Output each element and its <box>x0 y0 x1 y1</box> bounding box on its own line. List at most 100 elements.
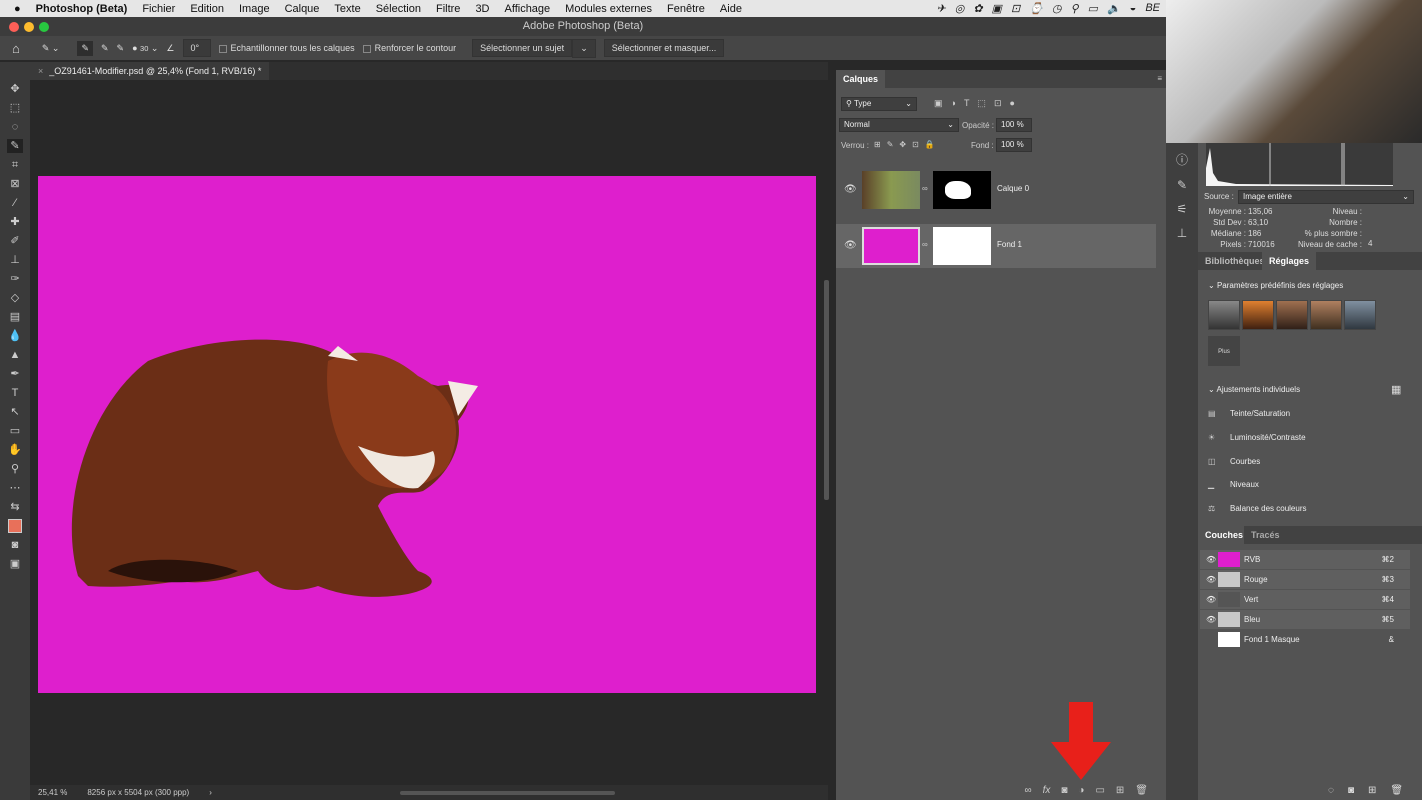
sys-icon[interactable]: ⚲ <box>1070 2 1078 15</box>
tab-traces[interactable]: Tracés <box>1244 526 1287 544</box>
channel-row[interactable]: 👁 Vert ⌘4 <box>1200 590 1410 609</box>
properties-icon[interactable]: ⚟ <box>1177 202 1188 216</box>
blend-mode-select[interactable]: Normal ⌄ <box>839 118 959 132</box>
adj-color-balance[interactable]: ⚖ Balance des couleurs <box>1208 504 1307 513</box>
apple-menu[interactable]: ● <box>14 3 21 15</box>
new-layer-icon[interactable]: ⊞ <box>1116 782 1124 800</box>
channel-row[interactable]: 👁 RVB ⌘2 <box>1200 550 1410 569</box>
preset-thumbnail[interactable] <box>1344 300 1376 330</box>
sys-icon[interactable]: ◎ <box>955 2 965 15</box>
eraser-tool-icon[interactable]: ◇ <box>11 291 19 305</box>
more-tools-icon[interactable]: ⋯ <box>10 481 21 495</box>
individual-title[interactable]: ⌄ Ajustements individuels <box>1208 385 1300 394</box>
adjustment-layer-icon[interactable]: ◑ <box>1078 782 1084 800</box>
quick-select-subtract-icon[interactable]: ✎ <box>117 43 125 54</box>
volume-icon[interactable]: 🔈 <box>1107 2 1121 15</box>
tab-couches[interactable]: Couches <box>1198 526 1251 544</box>
visibility-eye-icon[interactable]: 👁 <box>1206 550 1216 569</box>
layer-mask-thumbnail[interactable] <box>933 171 991 209</box>
source-select[interactable]: Image entière ⌄ <box>1238 190 1414 204</box>
sys-icon[interactable]: ✈ <box>937 2 946 15</box>
clock-icon[interactable]: ⌚ <box>1029 2 1043 15</box>
crop-tool-icon[interactable]: ⌗ <box>12 158 18 172</box>
path-select-icon[interactable]: ↖ <box>10 405 19 419</box>
select-subject-button[interactable]: Sélectionner un sujet <box>472 39 573 57</box>
minimize-window-button[interactable] <box>24 22 34 32</box>
zoom-tool-icon[interactable]: ⚲ <box>11 462 19 476</box>
channels-footer-icons[interactable]: ◌◙⊞🗑 <box>1328 785 1417 796</box>
channel-row[interactable]: 👁 Rouge ⌘3 <box>1200 570 1410 589</box>
hand-tool-icon[interactable]: ✋ <box>8 443 22 457</box>
brush-tool-icon[interactable]: ✐ <box>10 234 19 248</box>
quick-mask-icon[interactable]: ◙ <box>12 538 19 552</box>
quick-select-add-icon[interactable]: ✎ <box>101 43 109 54</box>
menu-app[interactable]: Photoshop (Beta) <box>36 3 128 15</box>
layer-filter-icons[interactable]: ▣◑T⬚⊡● <box>934 98 1023 109</box>
sample-all-checkbox[interactable]: Echantillonner tous les calques <box>218 43 355 53</box>
healing-tool-icon[interactable]: ✚ <box>10 215 19 229</box>
preset-thumbnail[interactable] <box>1242 300 1274 330</box>
add-mask-icon[interactable]: ◙ <box>1061 782 1067 800</box>
visibility-eye-icon[interactable]: 👁 <box>1206 610 1216 629</box>
menu-modules[interactable]: Modules externes <box>565 3 652 15</box>
frame-tool-icon[interactable]: ⊠ <box>10 177 19 191</box>
sys-icon[interactable]: ✿ <box>973 2 982 15</box>
panel-menu-icon[interactable]: ≡ <box>1157 74 1162 83</box>
adj-brightness-contrast[interactable]: ☀ Luminosité/Contraste <box>1208 433 1306 442</box>
preset-thumbnail[interactable] <box>1310 300 1342 330</box>
zoom-level[interactable]: 25,41 % <box>38 785 67 800</box>
layer-name[interactable]: Calque 0 <box>997 184 1029 193</box>
delete-layer-icon[interactable]: 🗑 <box>1135 782 1148 800</box>
select-subject-dropdown[interactable]: ⌄ <box>572 38 596 58</box>
layer-row-selected[interactable]: 👁 ∞ Fond 1 <box>836 224 1156 268</box>
pen-tool-icon[interactable]: ✒ <box>10 367 19 381</box>
swap-colors-icon[interactable]: ⇆ <box>10 500 19 514</box>
preset-thumbnail[interactable] <box>1276 300 1308 330</box>
blur-tool-icon[interactable]: 💧 <box>8 329 22 343</box>
home-icon[interactable]: ⌂ <box>12 41 20 56</box>
menu-edition[interactable]: Edition <box>190 3 224 15</box>
brush-settings-icon[interactable]: ✎ <box>1177 178 1187 192</box>
visibility-eye-icon[interactable]: 👁 <box>1206 570 1216 589</box>
move-tool-icon[interactable]: ✥ <box>10 82 19 96</box>
opacity-field[interactable]: 100 % <box>996 118 1032 132</box>
visibility-eye-icon[interactable]: 👁 <box>1206 590 1216 609</box>
stamp-tool-icon[interactable]: ⊥ <box>10 253 20 267</box>
zoom-window-button[interactable] <box>39 22 49 32</box>
adj-curves[interactable]: ◫ Courbes <box>1208 457 1260 466</box>
keyboard-layout[interactable]: BE <box>1145 2 1160 15</box>
layer-row[interactable]: 👁 ∞ Calque 0 <box>836 168 1156 212</box>
menu-3d[interactable]: 3D <box>475 3 489 15</box>
grid-view-icon[interactable]: ▦ <box>1391 383 1401 396</box>
shape-tool-icon[interactable]: ▭ <box>10 424 20 438</box>
brush-size-picker[interactable]: ● 30 ⌄ <box>132 43 158 54</box>
sys-icon[interactable]: ◒ <box>1130 2 1137 15</box>
menu-fenetre[interactable]: Fenêtre <box>667 3 705 15</box>
menu-selection[interactable]: Sélection <box>376 3 421 15</box>
link-icon[interactable]: ∞ <box>922 184 928 193</box>
document-tab[interactable]: × _OZ91461-Modifier.psd @ 25,4% (Fond 1, … <box>30 62 270 80</box>
menu-affichage[interactable]: Affichage <box>505 3 551 15</box>
enhance-edge-checkbox[interactable]: Renforcer le contour <box>362 43 456 53</box>
adj-levels[interactable]: ▁ Niveaux <box>1208 480 1259 489</box>
link-icon[interactable]: ∞ <box>922 240 928 249</box>
visibility-eye-icon[interactable]: 👁 <box>844 240 857 251</box>
vertical-scrollbar[interactable] <box>824 280 829 500</box>
lasso-tool-icon[interactable]: ◌ <box>12 120 19 134</box>
channel-row[interactable]: Fond 1 Masque & <box>1200 630 1410 649</box>
adj-hue-saturation[interactable]: ▤ Teinte/Saturation <box>1208 409 1290 418</box>
type-tool-icon[interactable]: T <box>12 386 19 400</box>
tab-bibliotheques[interactable]: Bibliothèques <box>1198 252 1272 270</box>
new-group-icon[interactable]: ▭ <box>1095 782 1104 800</box>
menu-filtre[interactable]: Filtre <box>436 3 460 15</box>
select-and-mask-button[interactable]: Sélectionner et masquer... <box>603 39 725 57</box>
menu-fichier[interactable]: Fichier <box>142 3 175 15</box>
history-icon[interactable]: ◷ <box>1052 2 1062 15</box>
status-menu-arrow[interactable]: › <box>209 785 212 800</box>
horizontal-scrollbar[interactable] <box>400 791 615 795</box>
clone-source-icon[interactable]: ⊥ <box>1177 226 1187 240</box>
close-tab-icon[interactable]: × <box>38 66 43 76</box>
quick-select-new-icon[interactable]: ✎ <box>77 40 93 56</box>
preset-thumbnail[interactable] <box>1208 300 1240 330</box>
close-window-button[interactable] <box>9 22 19 32</box>
